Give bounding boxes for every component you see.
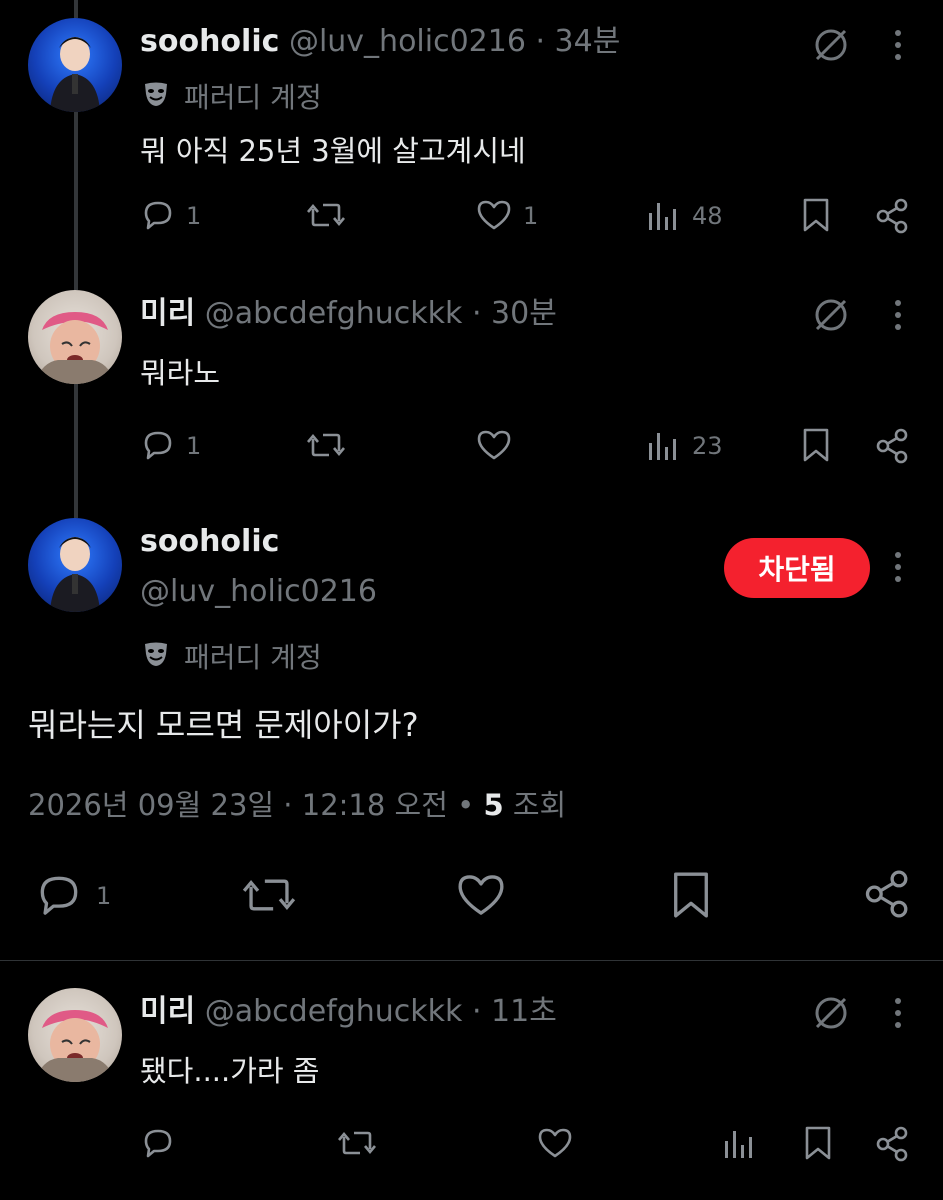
like-count: 1 <box>523 202 539 230</box>
reply-count: 1 <box>96 882 112 910</box>
handle[interactable]: @abcdefghuckkk <box>205 296 463 331</box>
post-meta: 2026년 09월 23일 · 12:18 오전 • 5 조회 <box>28 782 566 824</box>
parody-label: 패러디 계정 <box>184 81 322 114</box>
dot-separator: • <box>457 788 475 822</box>
post-text: 뭐라노 <box>140 356 221 390</box>
share-icon[interactable] <box>874 197 912 235</box>
divider <box>0 960 943 961</box>
reply-icon[interactable] <box>34 870 84 920</box>
more-options-icon[interactable] <box>892 550 904 584</box>
parody-label: 패러디 계정 <box>184 641 322 674</box>
timestamp[interactable]: 34분 <box>555 24 621 59</box>
repost-icon[interactable] <box>305 427 347 463</box>
thread-line <box>74 384 78 518</box>
reply-icon[interactable] <box>140 1125 176 1161</box>
repost-icon[interactable] <box>305 197 347 233</box>
like-icon[interactable] <box>454 870 508 920</box>
post-text: 됐다....가라 좀 <box>140 1054 320 1088</box>
repost-icon[interactable] <box>240 870 298 920</box>
views-count: 5 <box>483 788 504 822</box>
bookmark-icon[interactable] <box>800 197 832 233</box>
reply-icon[interactable] <box>140 197 176 233</box>
views-icon[interactable] <box>722 1127 754 1161</box>
views-icon[interactable] <box>646 199 678 233</box>
reply-icon[interactable] <box>140 427 176 463</box>
repost-icon[interactable] <box>336 1125 378 1161</box>
more-options-icon[interactable] <box>892 298 904 332</box>
bookmark-icon[interactable] <box>802 1125 834 1161</box>
display-name[interactable]: 미리 <box>140 296 195 331</box>
bookmark-icon[interactable] <box>668 870 714 920</box>
separator: · <box>462 994 492 1029</box>
separator: · <box>462 296 492 331</box>
grok-icon[interactable] <box>812 296 850 334</box>
view-count: 23 <box>692 432 723 460</box>
share-icon[interactable] <box>874 427 912 465</box>
more-options-icon[interactable] <box>892 28 904 62</box>
separator: · <box>525 24 555 59</box>
views-label: 조회 <box>512 788 567 822</box>
bookmark-icon[interactable] <box>800 427 832 463</box>
avatar[interactable] <box>28 290 122 384</box>
parody-mask-icon <box>142 80 170 108</box>
post-date[interactable]: 2026년 09월 23일 · 12:18 오전 <box>28 788 448 822</box>
handle[interactable]: @abcdefghuckkk <box>205 994 463 1029</box>
grok-icon[interactable] <box>812 994 850 1032</box>
view-count: 48 <box>692 202 723 230</box>
blocked-button[interactable]: 차단됨 <box>724 538 870 598</box>
reply-count: 1 <box>186 202 202 230</box>
post-header: 미리 @abcdefghuckkk · 30분 <box>140 296 557 332</box>
timestamp[interactable]: 30분 <box>491 296 557 331</box>
display-name[interactable]: 미리 <box>140 994 195 1029</box>
avatar[interactable] <box>28 18 122 112</box>
like-icon[interactable] <box>475 427 513 463</box>
parody-mask-icon <box>142 640 170 668</box>
timestamp[interactable]: 11초 <box>491 994 557 1029</box>
post-text: 뭐라는지 모르면 문제아이가? <box>28 706 419 744</box>
grok-icon[interactable] <box>812 26 850 64</box>
share-icon[interactable] <box>862 868 914 920</box>
display-name[interactable]: sooholic <box>140 524 279 560</box>
thread-line <box>74 112 78 290</box>
more-options-icon[interactable] <box>892 996 904 1030</box>
handle[interactable]: @luv_holic0216 <box>140 574 377 610</box>
thread-line <box>74 0 78 18</box>
avatar[interactable] <box>28 988 122 1082</box>
handle[interactable]: @luv_holic0216 <box>289 24 526 59</box>
post-text: 뭐 아직 25년 3월에 살고계시네 <box>140 134 526 168</box>
display-name[interactable]: sooholic <box>140 24 279 59</box>
like-icon[interactable] <box>475 197 513 233</box>
share-icon[interactable] <box>874 1125 912 1163</box>
views-icon[interactable] <box>646 429 678 463</box>
reply-count: 1 <box>186 432 202 460</box>
avatar[interactable] <box>28 518 122 612</box>
like-icon[interactable] <box>536 1125 574 1161</box>
post-header: 미리 @abcdefghuckkk · 11초 <box>140 994 557 1030</box>
post-header: sooholic @luv_holic0216 · 34분 <box>140 24 620 60</box>
